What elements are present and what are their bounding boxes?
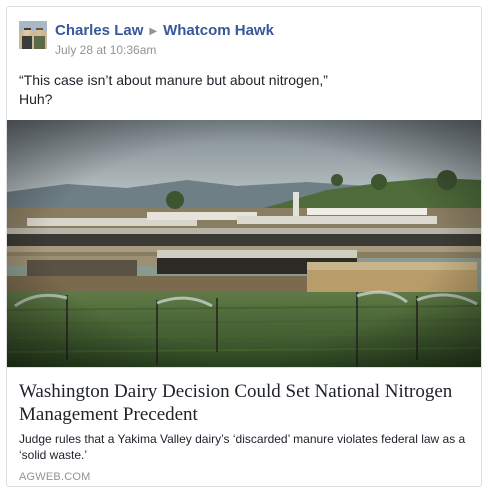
right-triangle-icon: ▶ xyxy=(149,26,158,37)
link-description: Judge rules that a Yakima Valley dairy’s… xyxy=(19,432,466,462)
post-message: “This case isn’t about manure but about … xyxy=(19,71,328,109)
link-title[interactable]: Washington Dairy Decision Could Set Nati… xyxy=(19,380,469,426)
author-link[interactable]: Charles Law xyxy=(55,22,143,39)
avatar-photo xyxy=(19,21,47,49)
post-names: Charles Law ▶ Whatcom Hawk xyxy=(55,22,274,39)
message-line: Huh? xyxy=(19,91,53,107)
link-preview-image[interactable] xyxy=(7,120,481,367)
link-preview[interactable]: Washington Dairy Decision Could Set Nati… xyxy=(7,120,481,486)
dairy-farm-photo xyxy=(7,120,481,367)
link-preview-text[interactable]: Washington Dairy Decision Could Set Nati… xyxy=(7,367,481,486)
target-page-link[interactable]: Whatcom Hawk xyxy=(163,22,274,39)
link-domain: AGWEB.COM xyxy=(19,471,91,483)
post-timestamp[interactable]: July 28 at 10:36am xyxy=(55,43,156,57)
post-header: Charles Law ▶ Whatcom Hawk July 28 at 10:3… xyxy=(19,21,469,61)
avatar[interactable] xyxy=(19,21,47,49)
message-line: “This case isn’t about manure but about … xyxy=(19,72,328,88)
post-card: Charles Law ▶ Whatcom Hawk July 28 at 10:3… xyxy=(6,6,482,487)
